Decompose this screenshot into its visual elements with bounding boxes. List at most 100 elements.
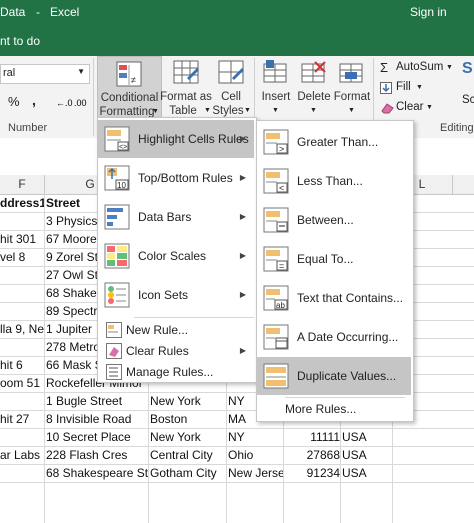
menu-item-label: Manage Rules... [126,365,214,379]
menu-item-manage-rules[interactable]: Manage Rules... [98,361,254,383]
cell[interactable]: New Jerse [228,464,283,482]
menu-item-label: Between... [297,213,354,227]
conditional-formatting-menu: <> Highlight Cells Rules ▶ 10 Top/Bottom… [97,117,257,383]
menu-item-text-contains[interactable]: ab Text that Contains... [257,279,411,317]
chevron-right-icon: ▶ [239,134,246,143]
cell[interactable]: New York [150,392,226,410]
tell-me-bar[interactable]: nt to do [0,26,474,56]
sort-filter-button[interactable]: S Sc [458,58,474,118]
cell[interactable]: Ohio [228,446,283,464]
menu-item-label: Highlight Cells Rules [138,132,249,146]
cell[interactable] [0,212,44,230]
cell[interactable]: lla 9, Ne [0,320,44,338]
cell[interactable]: 11111 [285,428,340,446]
equal-to-icon: = [263,246,289,272]
menu-item-top-bottom-rules[interactable]: 10 Top/Bottom Rules ▶ [98,159,254,197]
format-as-table-button[interactable]: Format as Table ▼ [160,56,212,120]
menu-item-duplicate-values[interactable]: Duplicate Values... [257,357,411,395]
menu-item-more-rules[interactable]: More Rules... [257,399,411,419]
cell[interactable]: 10 Secret Place [46,428,148,446]
chevron-right-icon: ▶ [239,346,246,355]
cell[interactable]: 8 Invisible Road [46,410,148,428]
insert-button[interactable]: Insert ▼ [258,56,294,120]
cell[interactable]: USA [342,464,392,482]
clear-button[interactable]: Clear ▼ [378,100,434,116]
menu-item-new-rule[interactable]: New Rule... [98,319,254,341]
autosum-button[interactable]: Σ AutoSum ▼ [378,60,453,76]
cell[interactable] [0,266,44,284]
cell[interactable]: hit 301 [0,230,44,248]
cell[interactable]: Central City [150,446,226,464]
icon-sets-icon [104,282,130,308]
cell[interactable]: USA [342,446,392,464]
fat-label-2: Table [169,105,197,117]
svg-text:ab: ab [276,301,285,310]
cell[interactable] [0,284,44,302]
format-button[interactable]: Format ▼ [333,56,371,120]
menu-item-greater-than[interactable]: > Greater Than... [257,123,411,161]
greater-than-icon: > [263,129,289,155]
cell[interactable]: oom 51 [0,374,44,392]
cell-styles-button[interactable]: Cell Styles ▼ [212,56,251,120]
conditional-formatting-button[interactable]: ≠ Conditional Formatting ▼ [97,56,162,122]
cell[interactable]: vel 8 [0,248,44,266]
chevron-down-icon[interactable]: ▼ [77,67,85,76]
fill-button[interactable]: Fill ▼ [378,80,428,96]
svg-text:<: < [279,183,284,193]
cell[interactable] [0,428,44,446]
cell[interactable]: New York [150,428,226,446]
column-header-f[interactable]: F [0,175,45,194]
cell[interactable]: hit 6 [0,356,44,374]
chevron-down-icon: ▼ [204,107,211,114]
cell[interactable]: 27868 [285,446,340,464]
between-icon [263,207,289,233]
menu-item-label: Clear Rules [126,344,189,358]
menu-item-label: Greater Than... [297,135,379,149]
chevron-down-icon: ▼ [310,107,317,114]
cell[interactable]: 228 Flash Cres [46,446,148,464]
cell[interactable]: Boston [150,410,226,428]
cell[interactable]: 1 Bugle Street [46,392,148,410]
decimal-icons[interactable]: ←.0 .00 [56,94,90,110]
cell[interactable] [0,464,44,482]
cell[interactable] [0,302,44,320]
fill-down-icon [380,82,392,94]
duplicate-values-icon [263,363,289,389]
menu-item-data-bars[interactable]: Data Bars ▶ [98,198,254,236]
cell[interactable]: ddress1 [0,194,44,212]
cell[interactable] [0,338,44,356]
menu-item-highlight-cells-rules[interactable]: <> Highlight Cells Rules ▶ [98,120,254,158]
menu-item-clear-rules[interactable]: Clear Rules ▶ [98,340,254,362]
cell[interactable]: ar Labs [0,446,44,464]
cell[interactable] [0,392,44,410]
menu-item-label: Equal To... [297,252,354,266]
cell[interactable]: hit 27 [0,410,44,428]
cell[interactable]: NY [228,428,283,446]
svg-text:←.0: ←.0 [56,98,73,108]
menu-item-equal-to[interactable]: = Equal To... [257,240,411,278]
cell[interactable]: 91234 [285,464,340,482]
app-title: Excel [50,5,80,19]
menu-item-less-than[interactable]: < Less Than... [257,162,411,200]
cell[interactable]: USA [342,428,392,446]
menu-item-icon-sets[interactable]: Icon Sets ▶ [98,276,254,314]
menu-item-color-scales[interactable]: Color Scales ▶ [98,237,254,275]
insert-cells-icon [263,60,287,83]
sign-in-link[interactable]: Sign in [410,5,447,19]
tell-me-text[interactable]: nt to do [0,34,40,48]
cell[interactable]: Gotham City [150,464,226,482]
comma-style-button[interactable]: , [32,92,36,108]
table-row: 68 Shakespeare St Gotham City New Jerse 912… [0,464,474,483]
sigma-icon: Σ [380,60,389,75]
font-name-value: ral [3,67,16,79]
svg-text:=: = [279,261,284,271]
delete-button[interactable]: Delete ▼ [296,56,332,120]
insert-label: Insert [261,91,291,103]
percent-style-button[interactable]: % [8,94,20,109]
menu-item-date-occurring[interactable]: A Date Occurring... [257,318,411,356]
menu-item-between[interactable]: Between... [257,201,411,239]
cell[interactable]: 68 Shakespeare St [46,464,148,482]
chevron-down-icon: ▼ [244,107,251,114]
font-name-box[interactable]: ral ▼ [0,64,90,84]
menu-item-label: Less Than... [297,174,363,188]
